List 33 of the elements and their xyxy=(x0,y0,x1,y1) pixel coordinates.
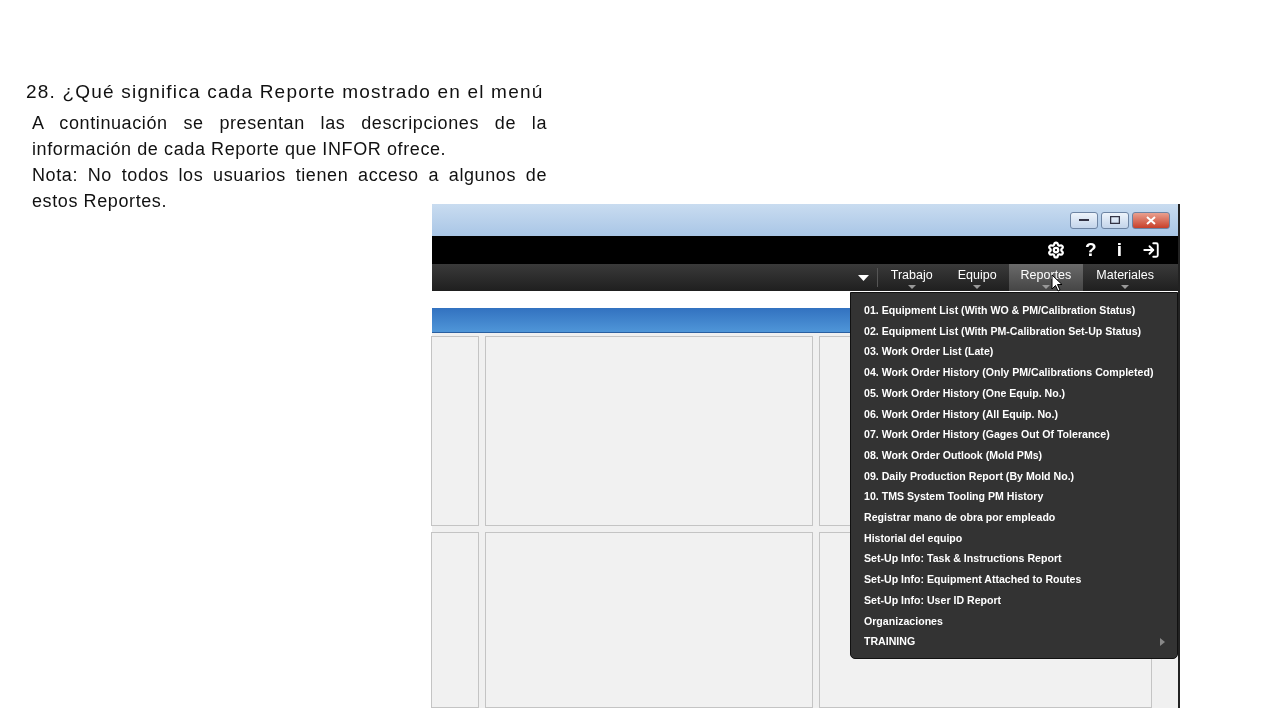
menu-item[interactable]: Set-Up Info: User ID Report xyxy=(851,589,1177,611)
nav-tab[interactable]: Reportes xyxy=(1008,264,1084,291)
close-icon xyxy=(1146,215,1156,225)
menu-item[interactable]: 03. Work Order List (Late) xyxy=(851,341,1177,363)
menu-item[interactable]: 06. Work Order History (All Equip. No.) xyxy=(851,403,1177,425)
slide-paragraph: Nota: No todos los usuarios tienen acceso a algunos de estos Reportes. xyxy=(32,164,547,213)
caret-icon xyxy=(857,274,869,281)
minimize-button[interactable] xyxy=(1070,211,1098,229)
help-icon[interactable]: ? xyxy=(1085,240,1097,260)
menu-item[interactable]: 01. Equipment List (With WO & PM/Calibration Status) xyxy=(851,300,1177,321)
menu-item[interactable]: TRAINING xyxy=(851,631,1177,652)
menu-item[interactable]: 05. Work Order History (One Equip. No.) xyxy=(851,382,1177,404)
minimize-icon xyxy=(1079,218,1089,222)
menu-item[interactable]: 08. Work Order Outlook (Mold PMs) xyxy=(851,444,1177,466)
menu-item[interactable]: Organizaciones xyxy=(851,610,1177,632)
settings-icon[interactable] xyxy=(1047,241,1066,259)
menu-item[interactable]: 02. Equipment List (With PM-Calibration Set-Up Status) xyxy=(851,320,1177,342)
menu-item[interactable]: Set-Up Info: Task & Instructions Report xyxy=(851,548,1177,570)
menu-item[interactable]: Set-Up Info: Equipment Attached to Routes xyxy=(851,569,1177,590)
menu-item[interactable]: 09. Daily Production Report (By Mold No.) xyxy=(851,465,1177,487)
slide-title: 28. ¿Qué significa cada Reporte mostrado en el menú xyxy=(26,80,545,104)
maximize-icon xyxy=(1110,216,1120,224)
info-icon[interactable]: i xyxy=(1116,240,1122,260)
submenu-arrow-icon xyxy=(1160,638,1165,647)
slide-paragraph: A continuación se presentan las descripciones de la información de cada Reporte que INFOR ofrece. xyxy=(32,112,547,161)
close-button[interactable] xyxy=(1132,211,1170,229)
menu-item[interactable]: 10. TMS System Tooling PM History xyxy=(851,486,1177,508)
maximize-button[interactable] xyxy=(1101,211,1129,229)
sign-out-icon[interactable] xyxy=(1142,241,1160,259)
menu-item[interactable]: Registrar mano de obra por empleado xyxy=(851,507,1177,528)
menu-item[interactable]: 07. Work Order History (Gages Out Of Tolerance) xyxy=(851,424,1177,445)
menu-item[interactable]: Historial del equipo xyxy=(851,527,1177,549)
menu-item[interactable]: 04. Work Order History (Only PM/Calibrations Completed) xyxy=(851,362,1177,383)
